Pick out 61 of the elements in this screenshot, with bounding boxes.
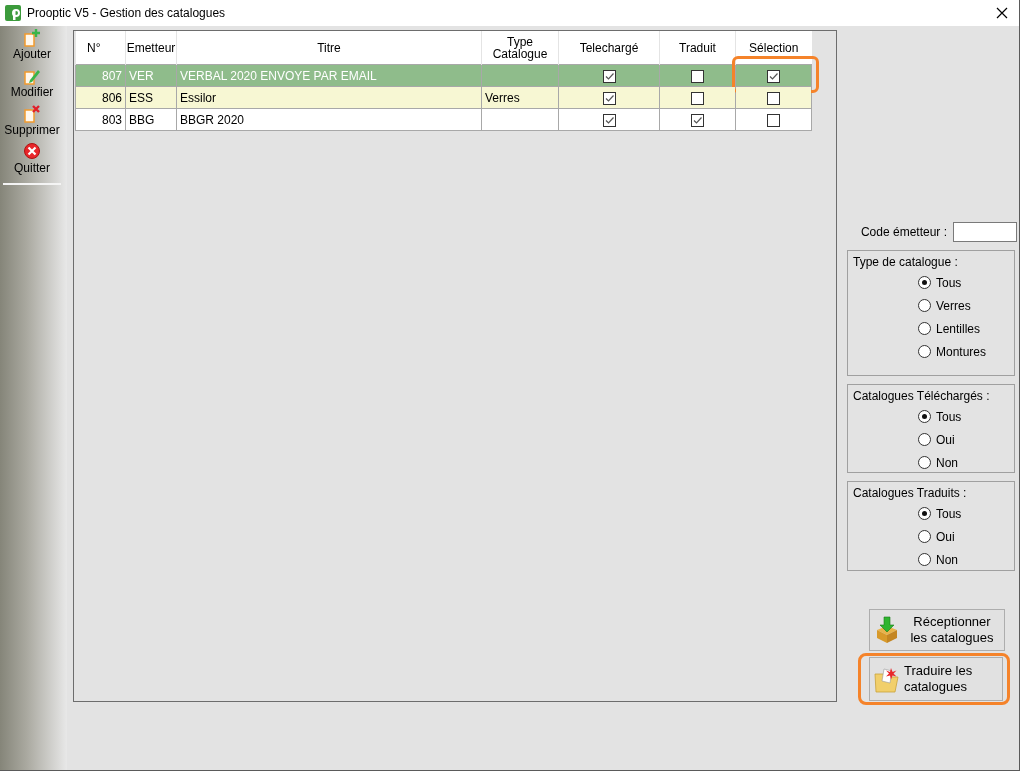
radio-option[interactable]: Non [848,548,1014,571]
table-cell: VER [125,64,177,87]
table-cell: 807 [75,64,126,87]
table-cell: 806 [75,86,126,109]
window-title: Prooptic V5 - Gestion des catalogues [27,6,227,20]
action-button[interactable]: Réceptionner les catalogues [869,609,1005,651]
radio-button[interactable] [918,530,931,543]
radio-option[interactable]: Oui [848,525,1014,548]
check-icon [603,92,615,104]
table-cell: BBG [125,108,177,131]
radio-button[interactable] [918,507,931,520]
document-plus-icon [23,28,41,47]
checkbox[interactable] [602,91,616,105]
document-cross-icon [23,104,41,123]
group-title: Catalogues Traduits : [853,486,968,502]
radio-option[interactable]: Lentilles [848,317,1014,340]
box-arrow-icon [874,616,900,644]
checkbox[interactable] [691,69,704,83]
radio-button[interactable] [918,299,931,312]
cross-circle-icon [23,142,41,161]
checkbox[interactable] [767,91,780,105]
check-icon [692,114,703,126]
radio-button[interactable] [918,322,931,335]
radio-option[interactable]: Oui [848,428,1014,451]
checkbox[interactable] [691,91,704,105]
checkbox[interactable] [602,69,616,83]
action-button[interactable]: Traduire les catalogues [869,657,1003,701]
radio-button[interactable] [918,553,931,566]
toolbar-button[interactable]: Modifier [0,66,64,104]
toolbar-button[interactable]: Quitter [0,142,64,180]
radio-button[interactable] [918,276,931,289]
check-icon [603,70,615,82]
app-logo-icon [5,5,21,21]
radio-option[interactable]: Tous [848,502,1014,525]
radio-option[interactable]: Verres [848,294,1014,317]
radio-button[interactable] [918,410,931,423]
radio-button[interactable] [918,456,931,469]
table-cell: VERBAL 2020 ENVOYE PAR EMAIL [176,64,482,87]
group-title: Catalogues Téléchargés : [853,389,991,405]
input-field[interactable] [953,222,1017,242]
radio-option[interactable]: Tous [848,405,1014,428]
check-icon [603,114,615,126]
radio-option[interactable]: Tous [848,271,1014,294]
checkbox[interactable] [602,113,616,127]
check-icon [768,70,779,82]
radio-button[interactable] [918,433,931,446]
checkbox[interactable] [691,113,704,127]
group-title: Type de catalogue : [853,255,959,271]
radio-button[interactable] [918,345,931,358]
checkbox[interactable] [767,69,780,83]
field-label: Code émetteur : [860,225,947,239]
checkbox[interactable] [767,113,780,127]
toolbar-button[interactable]: Supprimer [0,104,64,142]
toolbar-button[interactable]: Ajouter [0,28,64,66]
radio-option[interactable]: Non [848,451,1014,474]
table-cell: Essilor [176,86,482,109]
folder-star-icon [874,665,900,693]
table-cell: BBGR 2020 [176,108,482,131]
close-icon [996,7,1008,19]
table-cell: 803 [75,108,126,131]
radio-option[interactable]: Montures [848,340,1014,363]
